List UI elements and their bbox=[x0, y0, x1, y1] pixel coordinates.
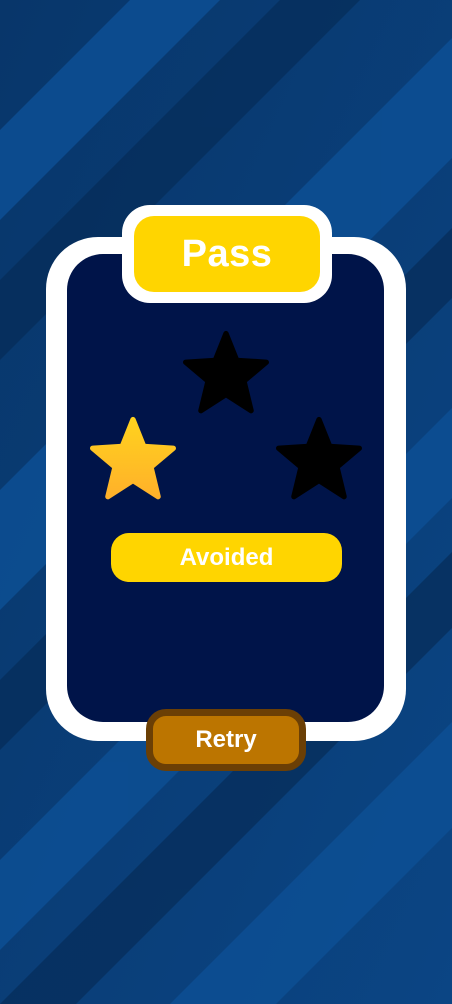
result-label: Avoided bbox=[179, 543, 274, 571]
title-badge: Pass bbox=[134, 216, 320, 292]
result-title: Pass bbox=[181, 232, 273, 275]
retry-button-label: Retry bbox=[195, 726, 257, 753]
star-3-empty-icon bbox=[274, 416, 364, 502]
star-1-filled-icon bbox=[88, 416, 178, 502]
star-2-empty-icon bbox=[181, 330, 271, 416]
retry-button[interactable]: Retry bbox=[146, 709, 306, 771]
level-complete-screen: Pass Avoided Retry bbox=[0, 0, 452, 1004]
result-label-pill: Avoided bbox=[111, 533, 342, 582]
